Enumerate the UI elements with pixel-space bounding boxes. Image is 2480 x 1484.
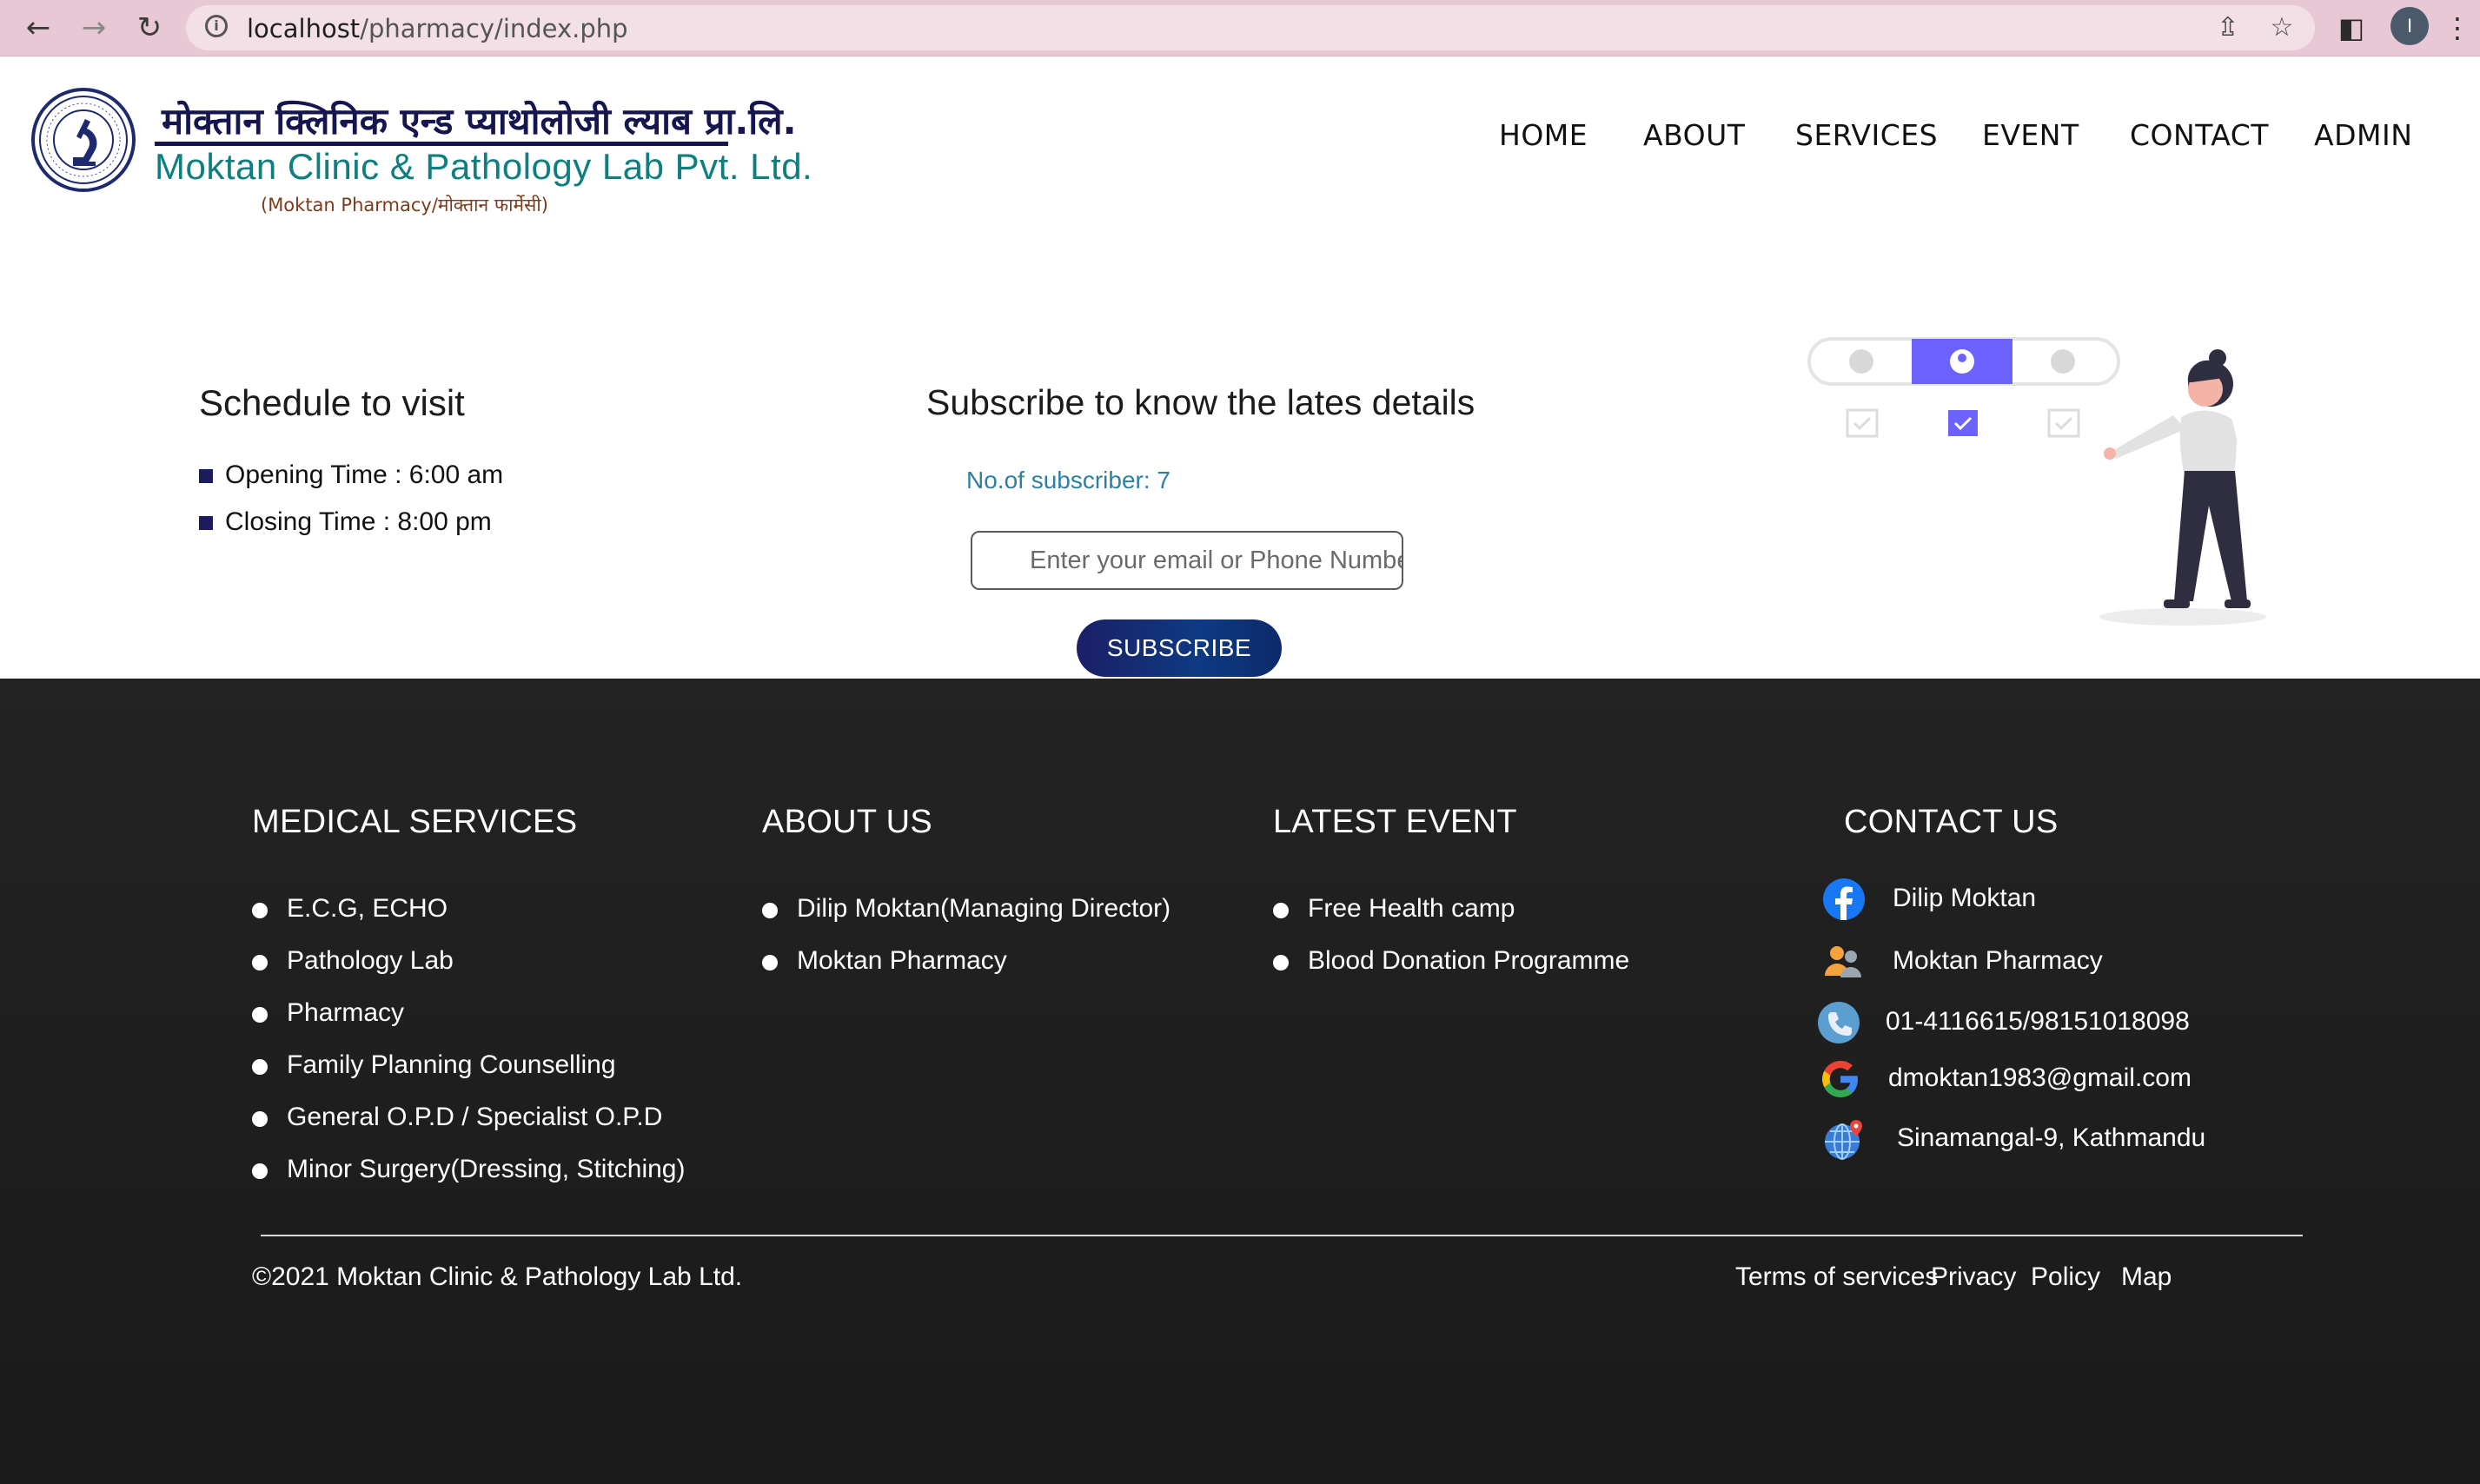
contact-facebook-text: Dilip Moktan — [1893, 884, 2037, 912]
nav-event[interactable]: EVENT — [1982, 118, 2079, 152]
browser-toolbar: ← → ↻ i localhost/pharmacy/index.php ⇫ ☆… — [0, 0, 2480, 56]
url-host: localhost — [247, 14, 361, 43]
logo-subtitle: (Moktan Pharmacy/मोक्तान फार्मेसी) — [261, 195, 548, 215]
list-item-label: Free Health camp — [1308, 894, 1515, 923]
list-item[interactable]: Minor Surgery(Dressing, Stitching) — [252, 1155, 685, 1207]
people-icon — [1825, 946, 1861, 977]
list-item-label: Dilip Moktan(Managing Director) — [797, 894, 1171, 923]
footer-title-medical: MEDICAL SERVICES — [252, 804, 578, 840]
clinic-seal-logo[interactable] — [31, 83, 136, 197]
subscribe-input[interactable] — [971, 531, 1403, 590]
square-bullet-icon — [199, 469, 213, 483]
nav-contact[interactable]: CONTACT — [2130, 118, 2269, 152]
about-us-list: Dilip Moktan(Managing Director) Moktan P… — [762, 894, 1170, 998]
schedule-title: Schedule to visit — [199, 382, 465, 423]
list-item-label: E.C.G, ECHO — [287, 894, 448, 923]
profile-avatar[interactable]: I — [2390, 7, 2429, 45]
bullet-icon — [762, 955, 778, 971]
google-icon — [1822, 1061, 1858, 1097]
address-bar[interactable]: i localhost/pharmacy/index.php ⇫ ☆ — [186, 5, 2315, 50]
list-item-label: Pathology Lab — [287, 946, 454, 975]
subscribe-button[interactable]: SUBSCRIBE — [1077, 619, 1282, 677]
privacy-link[interactable]: Privacy — [1931, 1262, 2016, 1292]
bullet-icon — [252, 903, 268, 918]
schedule-item: Closing Time : 8:00 pm — [199, 507, 503, 554]
bullet-icon — [252, 955, 268, 971]
footer-title-events: LATEST EVENT — [1273, 804, 1517, 840]
url-text[interactable]: localhost/pharmacy/index.php — [247, 14, 628, 43]
bullet-icon — [252, 1111, 268, 1127]
contact-phone-text: 01-4116615/98151018098 — [1886, 1007, 2190, 1036]
bullet-icon — [252, 1163, 268, 1179]
facebook-icon — [1823, 878, 1865, 920]
list-item[interactable]: Pathology Lab — [252, 946, 685, 998]
forward-arrow-icon[interactable]: → — [75, 9, 113, 47]
footer-title-about: ABOUT US — [762, 804, 932, 840]
latest-event-list: Free Health camp Blood Donation Programm… — [1273, 894, 1629, 998]
nav-home[interactable]: HOME — [1499, 118, 1588, 152]
subscribe-title: Subscribe to know the lates details — [926, 382, 1475, 422]
reload-icon[interactable]: ↻ — [130, 9, 169, 47]
url-path: /pharmacy/index.php — [360, 14, 628, 43]
bullet-icon — [1273, 955, 1289, 971]
list-item-label: General O.P.D / Specialist O.P.D — [287, 1103, 663, 1131]
policy-link[interactable]: Policy — [2031, 1262, 2100, 1292]
logo-english-name: Moktan Clinic & Pathology Lab Pvt. Ltd. — [155, 146, 813, 187]
list-item-label: Family Planning Counselling — [287, 1050, 616, 1079]
list-item[interactable]: Free Health camp — [1273, 894, 1629, 946]
schedule-closing: Closing Time : 8:00 pm — [225, 507, 492, 536]
list-item[interactable]: Family Planning Counselling — [252, 1050, 685, 1103]
list-item[interactable]: Dilip Moktan(Managing Director) — [762, 894, 1170, 946]
back-arrow-icon[interactable]: ← — [19, 9, 57, 47]
medical-services-list: E.C.G, ECHO Pathology Lab Pharmacy Famil… — [252, 894, 685, 1207]
list-item[interactable]: Pharmacy — [252, 998, 685, 1050]
list-item[interactable]: E.C.G, ECHO — [252, 894, 685, 946]
schedule-opening: Opening Time : 6:00 am — [225, 460, 504, 489]
bullet-icon — [1273, 903, 1289, 918]
schedule-list: Opening Time : 6:00 am Closing Time : 8:… — [199, 460, 503, 554]
square-bullet-icon — [199, 516, 213, 530]
info-icon[interactable]: i — [205, 15, 228, 37]
share-icon[interactable]: ⇫ — [2211, 10, 2245, 45]
list-item[interactable]: Blood Donation Programme — [1273, 946, 1629, 998]
list-item-label: Pharmacy — [287, 998, 405, 1027]
schedule-item: Opening Time : 6:00 am — [199, 460, 503, 507]
footer-divider — [261, 1235, 2303, 1236]
nav-services[interactable]: SERVICES — [1795, 118, 1938, 152]
logo-nepali-name: मोक्तान क्लिनिक एन्ड प्याथोलोजी ल्याब प्… — [162, 100, 797, 142]
nav-about[interactable]: ABOUT — [1643, 118, 1745, 152]
bullet-icon — [252, 1059, 268, 1075]
contact-people-text: Moktan Pharmacy — [1893, 946, 2103, 975]
phone-icon — [1818, 1002, 1860, 1043]
terms-link[interactable]: Terms of services — [1735, 1262, 1938, 1292]
side-panel-icon[interactable]: ◧ — [2332, 9, 2371, 47]
list-item-label: Moktan Pharmacy — [797, 946, 1007, 975]
contact-address-text: Sinamangal-9, Kathmandu — [1897, 1123, 2206, 1152]
bullet-icon — [252, 1007, 268, 1023]
globe-location-icon — [1825, 1120, 1862, 1160]
footer-title-contact: CONTACT US — [1844, 804, 2059, 840]
star-icon[interactable]: ☆ — [2264, 10, 2299, 45]
kebab-menu-icon[interactable]: ⋮ — [2438, 9, 2477, 47]
copyright-text: ©2021 Moktan Clinic & Pathology Lab Ltd. — [252, 1262, 743, 1291]
list-item-label: Minor Surgery(Dressing, Stitching) — [287, 1155, 686, 1183]
profile-selection-illustration — [1807, 337, 2266, 626]
subscriber-count: No.of subscriber: 7 — [966, 467, 1170, 494]
list-item-label: Blood Donation Programme — [1308, 946, 1630, 975]
list-item[interactable]: Moktan Pharmacy — [762, 946, 1170, 998]
bullet-icon — [762, 903, 778, 918]
list-item[interactable]: General O.P.D / Specialist O.P.D — [252, 1103, 685, 1155]
map-link[interactable]: Map — [2121, 1262, 2172, 1292]
nav-admin[interactable]: ADMIN — [2314, 118, 2412, 152]
contact-email-text: dmoktan1983@gmail.com — [1888, 1063, 2192, 1092]
